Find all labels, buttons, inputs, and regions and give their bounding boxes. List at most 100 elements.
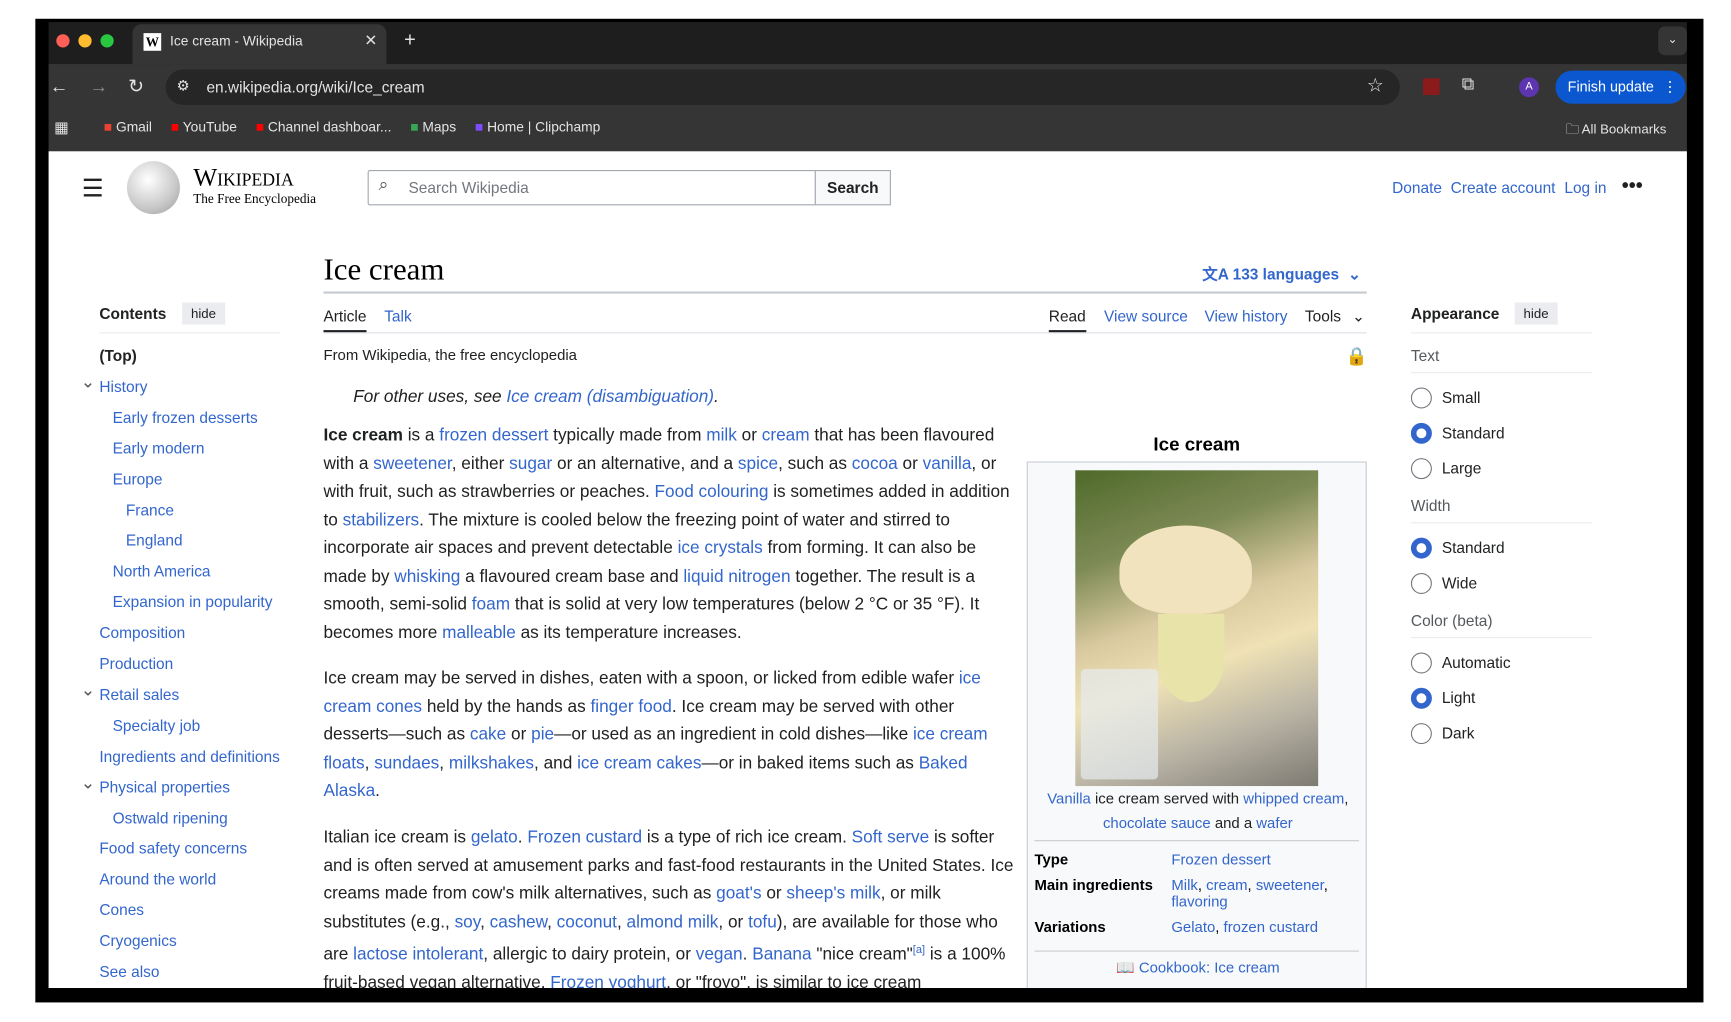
- tab-talk[interactable]: Talk: [384, 307, 411, 325]
- toc-item-retail-sales[interactable]: Retail sales: [99, 685, 179, 703]
- browser-tab[interactable]: W Ice cream - Wikipedia ✕: [132, 24, 387, 65]
- close-tab-icon[interactable]: ✕: [364, 31, 377, 50]
- toc-item-england[interactable]: England: [126, 531, 183, 549]
- inline-link[interactable]: soy: [455, 912, 481, 931]
- inline-link[interactable]: frozen custard: [1224, 919, 1318, 936]
- appearance-hide-button[interactable]: hide: [1514, 302, 1558, 325]
- toc-item-history[interactable]: History: [99, 377, 147, 395]
- inline-link[interactable]: Frozen custard: [527, 828, 642, 847]
- inline-link[interactable]: flavoring: [1171, 893, 1227, 910]
- inline-link[interactable]: cashew: [490, 912, 547, 931]
- inline-link[interactable]: wafer: [1256, 815, 1292, 832]
- inline-link[interactable]: stabilizers: [343, 511, 420, 530]
- radio-label[interactable]: Wide: [1442, 574, 1477, 592]
- inline-link[interactable]: cocoa: [852, 454, 898, 473]
- inline-link[interactable]: liquid nitrogen: [683, 567, 790, 586]
- bookmark-item[interactable]: ■ Gmail: [104, 119, 152, 134]
- inline-link[interactable]: Soft serve: [852, 828, 930, 847]
- search-button[interactable]: Search: [814, 170, 891, 206]
- inline-link[interactable]: Frozen dessert: [1171, 851, 1270, 868]
- inline-link[interactable]: Frozen yoghurt: [550, 973, 666, 988]
- inline-link[interactable]: coconut: [557, 912, 617, 931]
- radio-large[interactable]: [1410, 458, 1432, 480]
- toc-expand-chevron-icon[interactable]: ⌄: [81, 771, 96, 793]
- inline-link[interactable]: Banana: [752, 945, 811, 964]
- inline-link[interactable]: almond milk: [627, 912, 719, 931]
- bookmark-item[interactable]: ■ Maps: [410, 119, 456, 134]
- wikipedia-globe-logo[interactable]: [126, 161, 180, 215]
- inline-link[interactable]: malleable: [442, 623, 516, 642]
- inline-link[interactable]: spice: [738, 454, 778, 473]
- toc-item-physical-properties[interactable]: Physical properties: [99, 778, 230, 796]
- toc-item-cryogenics[interactable]: Cryogenics: [99, 932, 176, 950]
- inline-link[interactable]: tofu: [748, 912, 777, 931]
- radio-wide[interactable]: [1410, 572, 1432, 594]
- bookmark-star-icon[interactable]: ☆: [1367, 75, 1384, 97]
- bookmark-item[interactable]: ■ Channel dashboar...: [256, 119, 392, 134]
- toc-item-early-frozen-desserts[interactable]: Early frozen desserts: [113, 408, 258, 426]
- radio-standard[interactable]: [1410, 422, 1432, 444]
- inline-link[interactable]: Milk: [1171, 877, 1197, 894]
- radio-label[interactable]: Small: [1442, 389, 1481, 407]
- inline-link[interactable]: Gelato: [1171, 919, 1215, 936]
- forward-icon[interactable]: →: [89, 76, 108, 98]
- languages-button[interactable]: 文A 133 languages ⌄: [1202, 263, 1361, 285]
- toc-item-early-modern[interactable]: Early modern: [113, 439, 205, 457]
- more-options-icon[interactable]: •••: [1622, 174, 1643, 197]
- toc-item-composition[interactable]: Composition: [99, 624, 185, 642]
- extension-icon[interactable]: [1423, 78, 1440, 95]
- toc-item-cones[interactable]: Cones: [99, 901, 144, 919]
- radio-label[interactable]: Automatic: [1442, 654, 1511, 672]
- inline-link[interactable]: Vanilla: [1047, 790, 1091, 807]
- radio-small[interactable]: [1410, 387, 1432, 409]
- tools-dropdown[interactable]: Tools ⌄: [1305, 307, 1365, 326]
- inline-link[interactable]: cream: [1206, 877, 1247, 894]
- profile-avatar[interactable]: A: [1519, 77, 1539, 98]
- radio-label[interactable]: Dark: [1442, 724, 1475, 742]
- inline-link[interactable]: foam: [472, 595, 510, 614]
- inline-link[interactable]: sweetener: [373, 454, 451, 473]
- main-menu-hamburger-icon[interactable]: ☰: [82, 174, 104, 203]
- close-window-button[interactable]: [56, 34, 70, 48]
- bookmark-item[interactable]: ■ Home | Clipchamp: [475, 119, 600, 134]
- wikipedia-wordmark[interactable]: Wikipedia: [193, 163, 293, 192]
- inline-link[interactable]: Food colouring: [655, 482, 769, 501]
- toc-item-expansion-in-popularity[interactable]: Expansion in popularity: [113, 593, 273, 611]
- inline-link[interactable]: milkshakes: [449, 753, 534, 772]
- inline-link[interactable]: chocolate sauce: [1103, 815, 1211, 832]
- inline-link[interactable]: pie: [531, 725, 554, 744]
- new-tab-button[interactable]: +: [404, 29, 416, 52]
- tab-article[interactable]: Article: [323, 307, 366, 325]
- radio-label[interactable]: Light: [1442, 689, 1476, 707]
- toc-item-ingredients-and-definitions[interactable]: Ingredients and definitions: [99, 747, 279, 765]
- radio-label[interactable]: Standard: [1442, 539, 1505, 557]
- toc-item-specialty-job[interactable]: Specialty job: [113, 716, 201, 734]
- site-settings-icon[interactable]: ⚙: [177, 77, 190, 95]
- radio-light[interactable]: [1410, 687, 1432, 709]
- toc-item-top[interactable]: (Top): [99, 347, 136, 365]
- inline-link[interactable]: sugar: [509, 454, 552, 473]
- create-account-link[interactable]: Create account: [1451, 179, 1556, 197]
- log-in-link[interactable]: Log in: [1564, 179, 1606, 197]
- toc-expand-chevron-icon[interactable]: ⌄: [81, 371, 96, 393]
- inline-link[interactable]: cream: [762, 426, 810, 445]
- inline-link[interactable]: frozen dessert: [439, 426, 548, 445]
- toc-item-france[interactable]: France: [126, 501, 174, 519]
- radio-standard[interactable]: [1410, 537, 1432, 559]
- inline-link[interactable]: finger food: [591, 697, 672, 716]
- toc-item-ostwald-ripening[interactable]: Ostwald ripening: [113, 809, 228, 827]
- tab-search-chevron-icon[interactable]: ⌄: [1658, 26, 1687, 56]
- inline-link[interactable]: cake: [470, 725, 506, 744]
- toc-item-europe[interactable]: Europe: [113, 470, 163, 488]
- apps-grid-icon[interactable]: ▦: [54, 118, 69, 137]
- extensions-puzzle-icon[interactable]: ⧉: [1462, 75, 1475, 95]
- toc-item-food-safety-concerns[interactable]: Food safety concerns: [99, 839, 247, 857]
- inline-link[interactable]: [a]: [913, 944, 925, 956]
- inline-link[interactable]: milk: [706, 426, 737, 445]
- contents-hide-button[interactable]: hide: [182, 302, 225, 325]
- bookmark-item[interactable]: ■ YouTube: [171, 119, 237, 134]
- toc-item-see-also[interactable]: See also: [99, 963, 159, 981]
- reload-icon[interactable]: ↻: [128, 76, 144, 98]
- inline-link[interactable]: gelato: [471, 828, 518, 847]
- toc-item-production[interactable]: Production: [99, 655, 173, 673]
